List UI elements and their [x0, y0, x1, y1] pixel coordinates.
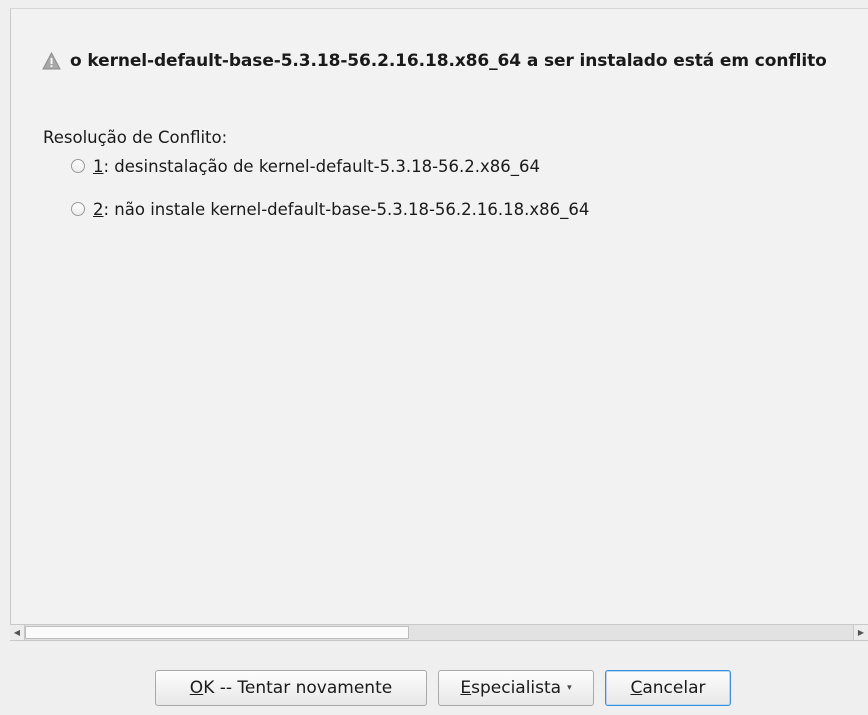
conflict-dialog: o kernel-default-base-5.3.18-56.2.16.18.…: [0, 0, 868, 715]
radio-button-1[interactable]: [71, 159, 85, 173]
ok-label: K -- Tentar novamente: [203, 678, 393, 698]
chevron-down-icon: ▾: [567, 683, 572, 693]
scroll-right-arrow-icon[interactable]: ▶: [853, 625, 868, 640]
cancel-button[interactable]: Cancelar: [605, 670, 731, 706]
option-2-text: : não instale kernel-default-base-5.3.18…: [103, 199, 590, 219]
horizontal-scrollbar[interactable]: ◀ ▶: [10, 624, 868, 641]
ok-retry-button[interactable]: OK -- Tentar novamente: [155, 670, 427, 706]
expert-label: specialista: [471, 678, 562, 698]
expert-menu-button[interactable]: Especialista ▾: [438, 670, 594, 706]
warning-triangle-icon: [42, 52, 61, 70]
conflict-message-text: o kernel-default-base-5.3.18-56.2.16.18.…: [70, 51, 827, 71]
resolution-option-2[interactable]: 2: não instale kernel-default-base-5.3.1…: [71, 198, 589, 220]
conflict-message: o kernel-default-base-5.3.18-56.2.16.18.…: [70, 51, 827, 71]
cancel-label: ancelar: [642, 678, 706, 698]
resolution-label: Resolução de Conflito:: [43, 128, 228, 147]
option-1-text: : desinstalação de kernel-default-5.3.18…: [103, 156, 541, 176]
option-2-label: 2: não instale kernel-default-base-5.3.1…: [93, 200, 589, 219]
option-1-label: 1: desinstalação de kernel-default-5.3.1…: [93, 157, 540, 176]
ok-mnemonic: O: [189, 678, 204, 698]
conflict-panel: o kernel-default-base-5.3.18-56.2.16.18.…: [10, 8, 868, 625]
scrollbar-thumb[interactable]: [25, 626, 409, 639]
radio-button-2[interactable]: [71, 202, 85, 216]
expert-mnemonic: E: [460, 678, 472, 698]
cancel-mnemonic: C: [630, 678, 643, 698]
resolution-option-1[interactable]: 1: desinstalação de kernel-default-5.3.1…: [71, 155, 540, 177]
scroll-left-arrow-icon[interactable]: ◀: [10, 625, 25, 640]
option-1-mnemonic: 1: [93, 156, 104, 176]
option-2-mnemonic: 2: [93, 199, 104, 219]
